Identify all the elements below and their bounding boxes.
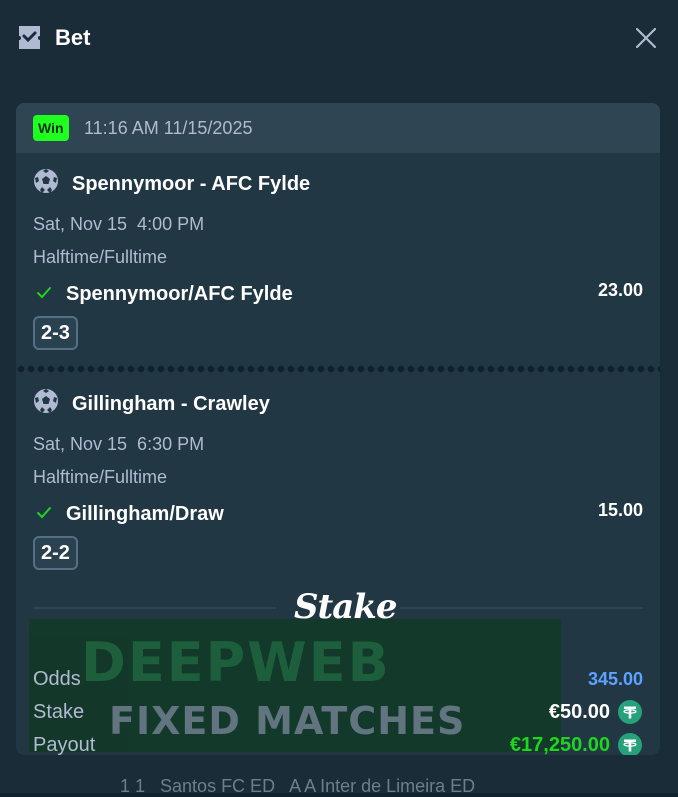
tether-icon — [618, 733, 642, 755]
watermark-overlay: DEEPWEB FIXED MATCHES — [29, 619, 561, 752]
leg-separator — [16, 365, 660, 373]
bet-leg: Gillingham - Crawley Sat, Nov 15 6:30 PM… — [16, 373, 660, 573]
stake-amount: €50.00 — [548, 701, 610, 723]
selection-name: Spennymoor/AFC Fylde — [66, 283, 293, 305]
status-badge: Win — [33, 115, 69, 141]
selection-name: Gillingham/Draw — [66, 503, 224, 525]
tether-icon — [618, 700, 642, 724]
market-name: Halftime/Fulltime — [33, 467, 168, 487]
modal-header: Bet — [0, 0, 678, 78]
bet-timestamp: 11:16 AM 11/15/2025 — [84, 118, 253, 138]
ticket-icon — [19, 26, 40, 49]
watermark-text: DEEPWEB — [81, 631, 391, 694]
match-date: Sat, Nov 15 4:00 PM — [33, 214, 205, 234]
bet-card-header: Win 11:16 AM 11/15/2025 — [16, 103, 660, 153]
leg-odds: 15.00 — [597, 500, 643, 520]
stake-label: Stake — [33, 701, 85, 723]
divider — [33, 607, 276, 609]
watermark-text: FIXED MATCHES — [109, 699, 466, 743]
bet-panel: Win 11:16 AM 11/15/2025 Spennymoor - AFC… — [0, 78, 678, 793]
bet-summary: Stake DEEPWEB FIXED MATCHES Odds 345.00 … — [16, 573, 660, 755]
score-badge: 2-3 — [33, 316, 78, 350]
leg-odds: 23.00 — [597, 280, 643, 300]
soccer-ball-icon — [34, 169, 58, 193]
match-name[interactable]: Gillingham - Crawley — [72, 391, 270, 417]
bet-leg: Spennymoor - AFC Fylde Sat, Nov 15 4:00 … — [16, 153, 660, 353]
check-icon — [37, 507, 51, 519]
total-odds: 345.00 — [587, 669, 643, 689]
modal-title: Bet — [55, 25, 91, 50]
match-name[interactable]: Spennymoor - AFC Fylde — [72, 171, 310, 197]
background-list-text: 1 1 Santos FC ED A A Inter de Limeira ED — [120, 776, 476, 796]
match-date: Sat, Nov 15 6:30 PM — [33, 434, 205, 454]
check-icon — [37, 287, 51, 299]
score-badge: 2-2 — [33, 536, 78, 570]
payout-label: Payout — [33, 734, 96, 755]
bet-card: Win 11:16 AM 11/15/2025 Spennymoor - AFC… — [16, 103, 660, 755]
payout-amount: €17,250.00 — [509, 734, 610, 755]
soccer-ball-icon — [34, 389, 58, 413]
odds-label: Odds — [33, 668, 81, 690]
market-name: Halftime/Fulltime — [33, 247, 168, 267]
divider — [400, 607, 643, 609]
close-icon[interactable] — [633, 25, 659, 51]
